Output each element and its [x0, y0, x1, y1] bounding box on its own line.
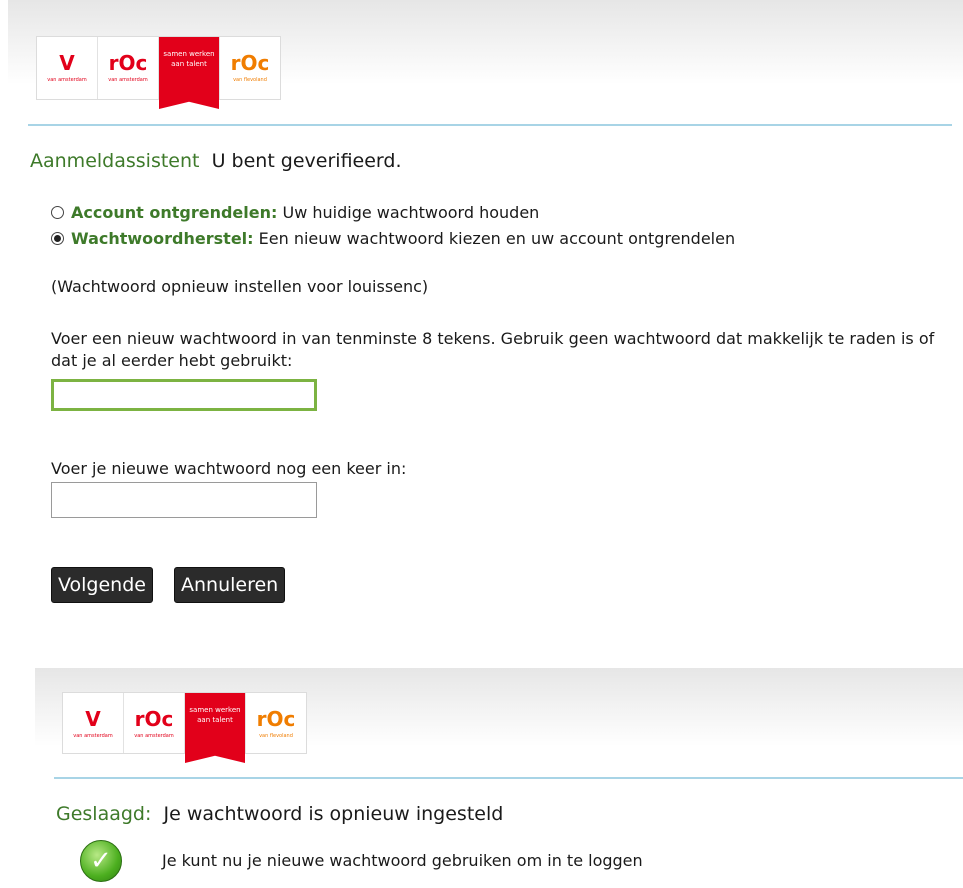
success-title-text: Je wachtwoord is opnieuw ingesteld	[163, 803, 504, 825]
logo-roc-amsterdam: rOc van amsterdam	[98, 37, 159, 99]
logo-roc-flevoland: rOc van flevoland	[220, 37, 280, 99]
logo-subtext: van amsterdam	[108, 77, 148, 83]
logo-mark: rOc	[230, 51, 270, 75]
logo-subtext: van amsterdam	[134, 733, 174, 739]
success-title: Geslaagd: Je wachtwoord is opnieuw inges…	[56, 803, 503, 825]
success-divider	[54, 777, 963, 779]
logo-roc-amsterdam: rOc van amsterdam	[124, 693, 185, 753]
radio-account-unlock[interactable]	[51, 206, 64, 219]
logo-subtext: van flevoland	[233, 77, 267, 83]
logo-roc-flevoland: rOc van flevoland	[246, 693, 306, 753]
radio-password-reset[interactable]	[51, 232, 64, 245]
logo-mark: rOc	[108, 51, 148, 75]
logo-mark: rOc	[256, 707, 296, 731]
logo-mark: rOc	[134, 707, 174, 731]
confirm-password-input[interactable]	[51, 482, 317, 518]
logo-vo-amsterdam: V van amsterdam	[37, 37, 98, 99]
logo-vo-amsterdam: V van amsterdam	[63, 693, 124, 753]
option-text: Een nieuw wachtwoord kiezen en uw accoun…	[258, 229, 736, 248]
cancel-button[interactable]: Annuleren	[174, 567, 286, 603]
confirm-password-label: Voer je nieuwe wachtwoord nog een keer i…	[51, 459, 407, 478]
success-check-icon: ✓	[80, 840, 122, 882]
logo-slogan: samen werken aan talent	[189, 706, 241, 724]
new-password-input[interactable]	[51, 379, 317, 411]
next-button[interactable]: Volgende	[51, 567, 153, 603]
option-label: Wachtwoordherstel:	[71, 229, 254, 248]
password-instruction: Voer een nieuw wachtwoord in van tenmins…	[51, 329, 935, 370]
title-text: U bent geverifieerd.	[211, 150, 402, 172]
title-label: Aanmeldassistent	[30, 150, 200, 172]
page-title: Aanmeldassistent U bent geverifieerd.	[30, 150, 402, 172]
logo-samen-werken: samen werken aan talent	[185, 693, 246, 763]
option-password-reset: Wachtwoordherstel: Een nieuw wachtwoord …	[71, 228, 735, 250]
option-label: Account ontgrendelen:	[71, 203, 278, 222]
logo-subtext: van amsterdam	[47, 77, 87, 83]
logo-subtext: van amsterdam	[73, 733, 113, 739]
reset-note: (Wachtwoord opnieuw instellen voor louis…	[51, 277, 429, 296]
logo-mark: V	[59, 51, 75, 75]
header-divider	[28, 124, 952, 126]
logo-subtext: van flevoland	[259, 733, 293, 739]
logo-samen-werken: samen werken aan talent	[159, 37, 220, 109]
option-text: Uw huidige wachtwoord houden	[282, 203, 540, 222]
success-message: Je kunt nu je nieuwe wachtwoord gebruike…	[162, 851, 643, 870]
institution-logos: V van amsterdam rOc van amsterdam samen …	[36, 36, 281, 109]
option-account-unlock: Account ontgrendelen: Uw huidige wachtwo…	[71, 202, 539, 224]
logo-mark: V	[85, 707, 101, 731]
institution-logos: V van amsterdam rOc van amsterdam samen …	[62, 692, 307, 763]
logo-slogan: samen werken aan talent	[163, 50, 215, 68]
success-title-label: Geslaagd:	[56, 803, 152, 825]
